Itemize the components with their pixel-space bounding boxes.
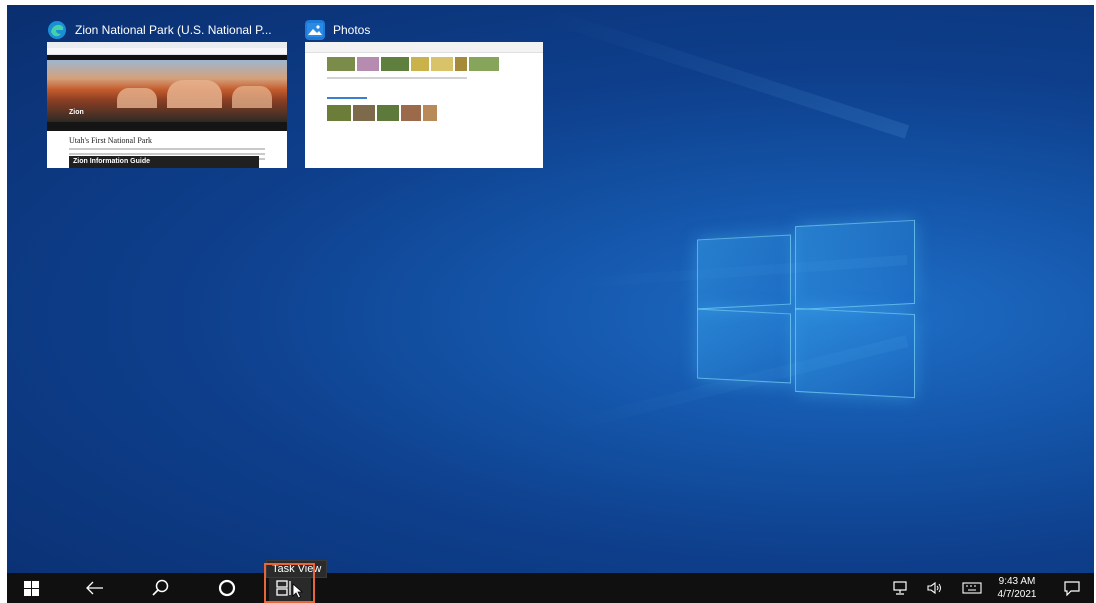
- photos-toolbar: [305, 42, 543, 53]
- task-view-highlight: [264, 563, 315, 603]
- window-title: Photos: [333, 23, 371, 37]
- clock[interactable]: 9:43 AM 4/7/2021: [992, 573, 1042, 603]
- zion-hero-image: Zion: [47, 60, 287, 122]
- network-icon[interactable]: [887, 573, 913, 603]
- photo-row: [327, 57, 543, 71]
- photo-tile: [377, 105, 399, 121]
- photo-tile: [469, 57, 499, 71]
- window-thumbnail[interactable]: [305, 42, 543, 168]
- browser-address-bar: [47, 48, 287, 55]
- text-line: [327, 77, 467, 79]
- photo-tile: [431, 57, 453, 71]
- arrow-left-icon: [86, 581, 103, 595]
- windows-logo: [697, 215, 917, 400]
- text-line: [69, 148, 265, 150]
- photo-tile: [423, 105, 437, 121]
- logo-pane: [795, 307, 915, 399]
- cliff-shape: [232, 86, 272, 108]
- task-view-card-photos[interactable]: Photos: [305, 20, 543, 170]
- task-view-card-edge[interactable]: Zion National Park (U.S. National P... Z…: [47, 20, 287, 170]
- back-button[interactable]: [75, 573, 115, 603]
- search-button[interactable]: [141, 573, 181, 603]
- window-thumbnail[interactable]: Zion Utah's First National Park Zion Inf…: [47, 42, 287, 168]
- photos-app-icon: [305, 20, 325, 40]
- cliff-shape: [167, 80, 222, 108]
- park-name: Zion: [69, 109, 84, 116]
- edge-browser-icon: [47, 20, 67, 40]
- photo-tile: [455, 57, 467, 71]
- logo-pane: [697, 234, 791, 310]
- taskbar: Task View 9:43 AM 4/7/2021: [7, 560, 1094, 603]
- photo-tile: [353, 105, 375, 121]
- photo-tile: [327, 57, 355, 71]
- logo-pane: [795, 219, 915, 311]
- cortana-button[interactable]: [207, 573, 247, 603]
- cliff-shape: [117, 88, 157, 108]
- text-line: [327, 97, 367, 99]
- volume-icon[interactable]: [921, 573, 947, 603]
- notifications-icon[interactable]: [1057, 573, 1087, 603]
- start-button[interactable]: [13, 573, 49, 603]
- search-icon: [152, 579, 169, 596]
- clock-time: 9:43 AM: [998, 576, 1036, 587]
- info-guide-banner: Zion Information Guide: [69, 156, 259, 168]
- photo-tile: [357, 57, 379, 71]
- photo-tile: [411, 57, 429, 71]
- site-nav: [47, 122, 287, 131]
- clock-date: 4/7/2021: [997, 589, 1037, 600]
- photo-tile: [401, 105, 421, 121]
- light-beam: [543, 7, 910, 139]
- photo-tile: [381, 57, 409, 71]
- windows-start-icon: [23, 580, 39, 596]
- logo-pane: [697, 308, 791, 384]
- photo-row: [327, 105, 543, 121]
- text-line: [69, 153, 265, 155]
- cortana-icon: [218, 579, 236, 597]
- page-heading: Utah's First National Park: [69, 136, 152, 145]
- desktop: Zion National Park (U.S. National P... Z…: [7, 5, 1094, 603]
- card-header: Zion National Park (U.S. National P...: [47, 20, 287, 40]
- window-title: Zion National Park (U.S. National P...: [75, 23, 272, 37]
- photo-tile: [327, 105, 351, 121]
- card-header: Photos: [305, 20, 543, 40]
- keyboard-icon[interactable]: [957, 573, 987, 603]
